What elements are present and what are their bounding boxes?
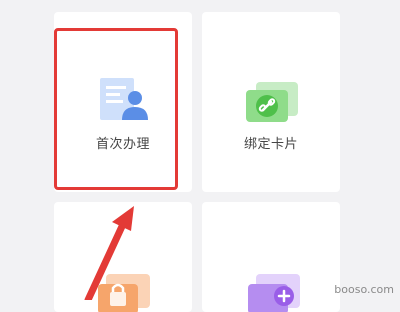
card-link-icon: [246, 82, 298, 122]
lock-card-icon: [98, 274, 150, 312]
tile-add-card[interactable]: [202, 202, 340, 312]
tile-bind-card-label: 绑定卡片: [243, 137, 298, 152]
tile-lock-card[interactable]: [54, 202, 192, 312]
watermark: booso.com: [334, 283, 394, 296]
add-card-icon: [248, 274, 300, 312]
tile-first-apply[interactable]: 首次办理: [54, 12, 192, 192]
tile-bind-card[interactable]: 绑定卡片: [202, 12, 340, 192]
tile-first-apply-label: 首次办理: [95, 137, 150, 152]
id-card-person-icon: [100, 78, 148, 120]
